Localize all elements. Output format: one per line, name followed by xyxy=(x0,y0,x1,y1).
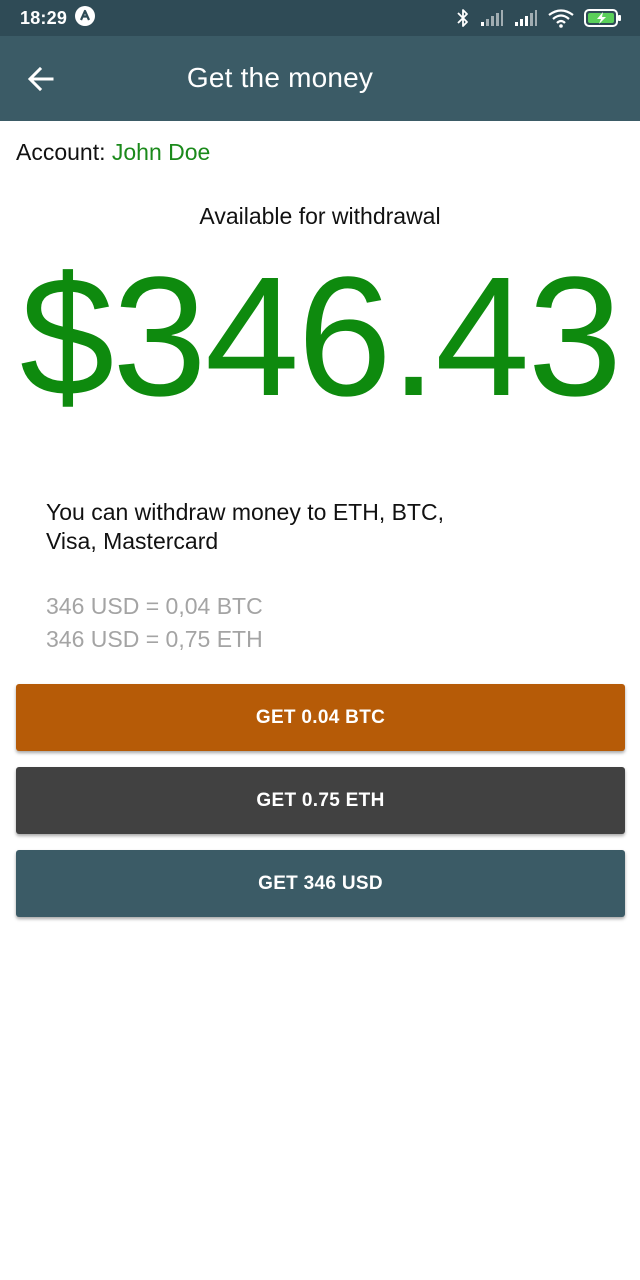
account-label: Account: xyxy=(16,139,112,165)
status-left: 18:29 xyxy=(20,5,96,31)
available-label: Available for withdrawal xyxy=(199,203,441,229)
account-name: John Doe xyxy=(111,139,211,165)
rate-eth: 346 USD = 0,75 ETH xyxy=(46,626,263,652)
signal-icon xyxy=(480,9,504,27)
exchange-rates: 346 USD = 0,04 BTC 346 USD = 0,75 ETH xyxy=(46,590,263,656)
notification-a-icon xyxy=(75,5,96,31)
signal-icon-2 xyxy=(514,9,538,27)
page-title: Get the money xyxy=(186,62,374,93)
withdraw-info-text: You can withdraw money to ETH, BTC, Visa… xyxy=(46,499,444,554)
get-eth-button[interactable]: GET 0.75 ETH xyxy=(16,767,625,834)
get-usd-button[interactable]: GET 346 USD xyxy=(16,850,625,917)
balance-amount: $346.43 xyxy=(19,242,623,432)
app-bar: Get the money xyxy=(0,36,640,121)
get-btc-button[interactable]: GET 0.04 BTC xyxy=(16,684,625,751)
battery-charging-icon xyxy=(584,8,622,28)
wifi-icon xyxy=(548,8,574,28)
status-bar: 18:29 xyxy=(0,0,640,36)
account-row: Account: John Doe xyxy=(16,139,210,166)
rate-btc: 346 USD = 0,04 BTC xyxy=(46,593,263,619)
bluetooth-icon xyxy=(456,8,470,28)
status-icons xyxy=(456,8,622,28)
status-time: 18:29 xyxy=(20,7,68,28)
